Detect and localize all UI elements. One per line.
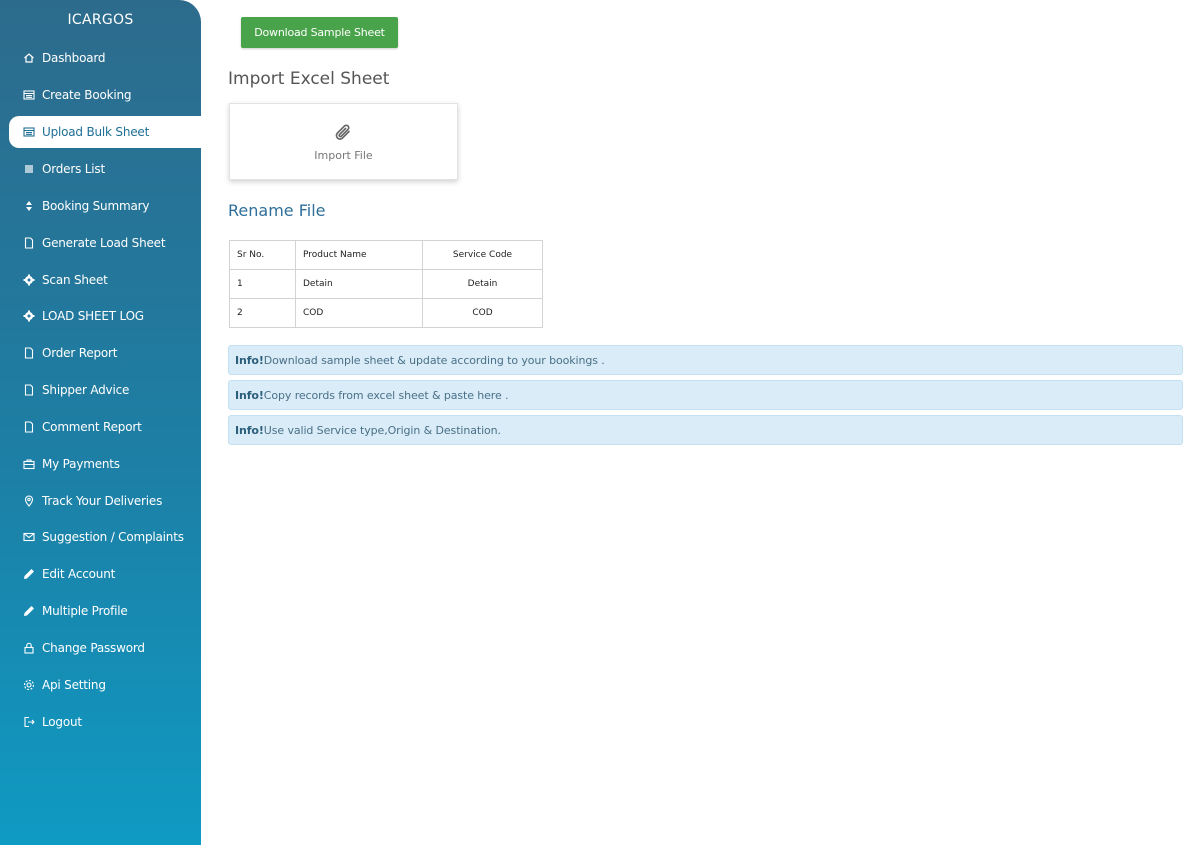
sidebar-item-shipper-advice[interactable]: Shipper Advice bbox=[9, 374, 201, 406]
logout-icon bbox=[22, 715, 36, 729]
brand-title: ICARGOS bbox=[67, 12, 134, 28]
sidebar-item-suggestion-complaints[interactable]: Suggestion / Complaints bbox=[9, 521, 201, 553]
table-header-row: Sr No. Product Name Service Code bbox=[229, 240, 543, 270]
column-header: Sr No. bbox=[229, 240, 296, 270]
sidebar: ICARGOS Dashboard Create Booking Upload … bbox=[0, 0, 201, 845]
sidebar-item-label: Comment Report bbox=[42, 420, 142, 434]
settings-icon bbox=[22, 678, 36, 692]
lock-icon bbox=[22, 641, 36, 655]
list-icon bbox=[22, 88, 36, 102]
sidebar-item-label: Shipper Advice bbox=[42, 383, 130, 397]
sidebar-item-label: Scan Sheet bbox=[42, 273, 108, 287]
sidebar-item-label: Orders List bbox=[42, 162, 105, 176]
rename-file-heading: Rename File bbox=[228, 201, 326, 220]
table-cell: 2 bbox=[229, 298, 296, 328]
import-file-dropzone[interactable]: Import File bbox=[229, 103, 458, 180]
service-code-table: Sr No. Product Name Service Code 1 Detai… bbox=[229, 240, 543, 328]
lines-icon bbox=[22, 162, 36, 176]
home-icon bbox=[22, 51, 36, 65]
table-cell: COD bbox=[295, 298, 423, 328]
sidebar-item-multiple-profile[interactable]: Multiple Profile bbox=[9, 595, 201, 627]
info-alert-title: Info! bbox=[235, 353, 264, 367]
table-cell: Detain bbox=[295, 269, 423, 299]
table-row: 2 COD COD bbox=[229, 298, 543, 328]
sidebar-item-logout[interactable]: Logout bbox=[9, 706, 201, 738]
sidebar-item-change-password[interactable]: Change Password bbox=[9, 632, 201, 664]
map-pin-icon bbox=[22, 494, 36, 508]
table-cell: 1 bbox=[229, 269, 296, 299]
sidebar-item-my-payments[interactable]: My Payments bbox=[9, 448, 201, 480]
info-alert-title: Info! bbox=[235, 423, 264, 437]
sidebar-item-label: Logout bbox=[42, 715, 82, 729]
info-alert-text: Copy records from excel sheet & paste he… bbox=[263, 388, 509, 402]
sidebar-item-label: Api Setting bbox=[42, 678, 106, 692]
column-header: Product Name bbox=[295, 240, 423, 270]
download-sample-sheet-button[interactable]: Download Sample Sheet bbox=[241, 17, 398, 48]
file-icon bbox=[22, 236, 36, 250]
sidebar-item-label: Upload Bulk Sheet bbox=[42, 125, 150, 139]
table-cell: COD bbox=[422, 298, 543, 328]
sidebar-item-comment-report[interactable]: Comment Report bbox=[9, 411, 201, 443]
sidebar-item-booking-summary[interactable]: Booking Summary bbox=[9, 190, 201, 222]
sidebar-item-load-sheet-log[interactable]: LOAD SHEET LOG bbox=[9, 300, 201, 332]
import-file-label: Import File bbox=[314, 149, 373, 162]
sidebar-item-label: Booking Summary bbox=[42, 199, 150, 213]
briefcase-icon bbox=[22, 457, 36, 471]
sidebar-item-label: Change Password bbox=[42, 641, 145, 655]
import-excel-heading: Import Excel Sheet bbox=[228, 69, 390, 89]
sidebar-item-label: My Payments bbox=[42, 457, 120, 471]
pencil-icon bbox=[22, 604, 36, 618]
sidebar-item-create-booking[interactable]: Create Booking bbox=[9, 79, 201, 111]
table-cell: Detain bbox=[422, 269, 543, 299]
sidebar-item-api-setting[interactable]: Api Setting bbox=[9, 669, 201, 701]
sidebar-item-label: LOAD SHEET LOG bbox=[42, 309, 144, 323]
sidebar-item-label: Order Report bbox=[42, 346, 118, 360]
sidebar-item-label: Multiple Profile bbox=[42, 604, 128, 618]
file-icon bbox=[22, 420, 36, 434]
info-alert-text: Use valid Service type,Origin & Destinat… bbox=[263, 423, 501, 437]
sidebar-item-label: Create Booking bbox=[42, 88, 132, 102]
sidebar-item-label: Track Your Deliveries bbox=[42, 494, 163, 508]
info-alert: Info! Download sample sheet & update acc… bbox=[228, 345, 1183, 375]
sidebar-item-label: Edit Account bbox=[42, 567, 116, 581]
sidebar-item-track-your-deliveries[interactable]: Track Your Deliveries bbox=[9, 485, 201, 517]
info-alert: Info! Copy records from excel sheet & pas… bbox=[228, 380, 1183, 410]
sidebar-item-dashboard[interactable]: Dashboard bbox=[9, 42, 201, 74]
file-icon bbox=[22, 383, 36, 397]
column-header: Service Code bbox=[422, 240, 543, 270]
mail-icon bbox=[22, 530, 36, 544]
list-icon bbox=[22, 125, 36, 139]
sort-icon bbox=[22, 199, 36, 213]
sidebar-item-orders-list[interactable]: Orders List bbox=[9, 153, 201, 185]
info-alert: Info! Use valid Service type,Origin & Des… bbox=[228, 415, 1183, 445]
gear-icon bbox=[22, 309, 36, 323]
sidebar-item-label: Dashboard bbox=[42, 51, 106, 65]
info-alert-title: Info! bbox=[235, 388, 264, 402]
sidebar-item-generate-load-sheet[interactable]: Generate Load Sheet bbox=[9, 227, 201, 259]
gear-icon bbox=[22, 273, 36, 287]
file-icon bbox=[22, 346, 36, 360]
sidebar-item-label: Generate Load Sheet bbox=[42, 236, 166, 250]
sidebar-item-label: Suggestion / Complaints bbox=[42, 530, 184, 544]
sidebar-item-edit-account[interactable]: Edit Account bbox=[9, 558, 201, 590]
table-row: 1 Detain Detain bbox=[229, 269, 543, 299]
sidebar-item-scan-sheet[interactable]: Scan Sheet bbox=[9, 264, 201, 296]
info-alert-text: Download sample sheet & update according… bbox=[263, 353, 605, 367]
pencil-icon bbox=[22, 567, 36, 581]
sidebar-item-order-report[interactable]: Order Report bbox=[9, 337, 201, 369]
paperclip-icon bbox=[335, 124, 350, 140]
sidebar-item-upload-bulk-sheet[interactable]: Upload Bulk Sheet bbox=[9, 116, 201, 148]
